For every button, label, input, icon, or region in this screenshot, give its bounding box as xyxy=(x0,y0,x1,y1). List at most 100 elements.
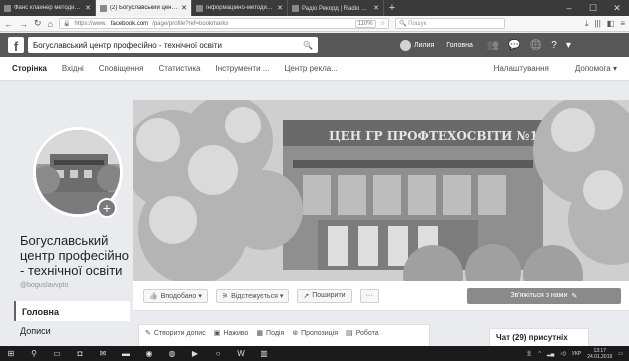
close-icon[interactable]: ✕ xyxy=(85,4,91,12)
favicon-icon xyxy=(292,4,299,12)
search-icon: 🔍 xyxy=(398,21,407,27)
offer-button[interactable]: ⊛ Пропозиція xyxy=(292,329,338,338)
people-icon[interactable]: 👤 xyxy=(526,351,532,357)
media-player-icon[interactable]: ▶ xyxy=(190,349,200,358)
subnav-right: Налаштування Допомога ▾ xyxy=(494,64,617,73)
tab-help[interactable]: Допомога ▾ xyxy=(575,64,617,73)
page-username[interactable]: @boguslavvpto xyxy=(20,282,68,289)
messenger-icon[interactable]: 💬 xyxy=(508,40,520,51)
help-icon[interactable]: ? xyxy=(551,40,557,51)
tab-insights[interactable]: Статистика xyxy=(158,64,200,73)
favicon-icon xyxy=(4,4,11,12)
like-icon: 👍 xyxy=(149,292,158,300)
create-post-button[interactable]: ✎ Створити допис xyxy=(145,329,206,338)
window-close-icon[interactable]: ✕ xyxy=(605,0,629,16)
chat-sidebar-header[interactable]: Чат (29) присутніх xyxy=(489,328,589,348)
chevron-up-icon[interactable]: ^ xyxy=(539,351,541,357)
tab-notifications[interactable]: Сповіщення xyxy=(99,64,144,73)
file-explorer-icon[interactable]: ▬ xyxy=(121,349,131,358)
language-indicator[interactable]: УКР xyxy=(572,351,581,357)
browser-toolbar: ← → ↻ ⌂ 🔒 https://www. facebook.com/page/… xyxy=(0,16,629,32)
facebook-header-icons: 👥 💬 🌐 ? ▾ xyxy=(487,40,571,51)
job-button[interactable]: ▤ Робота xyxy=(346,329,379,338)
window-controls: – ☐ ✕ xyxy=(557,0,629,16)
minimize-icon[interactable]: – xyxy=(557,0,581,16)
account-menu-icon[interactable]: ▾ xyxy=(566,40,571,51)
home-icon[interactable]: ⌂ xyxy=(48,19,53,29)
tab-ad-center[interactable]: Центр рекла... xyxy=(284,64,337,73)
browser-tab-active[interactable]: (2) Богуславський центр пр…✕ xyxy=(96,0,192,16)
more-button[interactable]: ··· xyxy=(359,288,379,303)
browser-tab[interactable]: Інформаційно-методичний_кл…✕ xyxy=(192,0,288,16)
extension-icon[interactable]: ◧ xyxy=(607,19,615,29)
action-center-icon[interactable]: ▭ xyxy=(618,351,623,357)
reload-icon[interactable]: ↻ xyxy=(34,18,42,29)
clock[interactable]: 13:17 24.01.2019 xyxy=(587,348,612,360)
avatar xyxy=(400,39,411,51)
downloads-icon[interactable]: ⤓ xyxy=(585,19,589,29)
notifications-icon[interactable]: 🌐 xyxy=(530,40,542,51)
volume-icon[interactable]: ◁) xyxy=(560,351,566,357)
tab-publishing-tools[interactable]: Інструменти ... xyxy=(215,64,269,73)
chrome-icon[interactable]: ◉ xyxy=(144,349,154,358)
bookmark-star-icon[interactable]: ☆ xyxy=(380,20,385,27)
browser-search-input[interactable]: 🔍 Пошук xyxy=(394,18,505,29)
close-icon[interactable]: ✕ xyxy=(373,4,379,12)
forward-icon[interactable]: → xyxy=(19,19,28,29)
pencil-icon: ✎ xyxy=(571,292,578,300)
library-icon[interactable]: ||| xyxy=(595,19,601,29)
add-photo-button[interactable]: + xyxy=(97,198,117,218)
store-icon[interactable]: ◘ xyxy=(75,349,85,358)
sidebar-item-posts[interactable]: Дописи xyxy=(20,326,51,336)
profile-link[interactable]: Лилия xyxy=(400,39,434,51)
task-view-icon[interactable]: ▭ xyxy=(52,349,62,358)
tab-inbox[interactable]: Вхідні xyxy=(62,64,84,73)
system-tray: 👤 ^ ▂▄ ◁) УКР 13:17 24.01.2019 ▭ xyxy=(526,348,623,360)
maximize-icon[interactable]: ☐ xyxy=(581,0,605,16)
menu-icon[interactable]: ≡ xyxy=(620,19,625,29)
browser-tab[interactable]: Радіо Рекорд | Radio Rec… ◀)✕ xyxy=(288,0,384,16)
page-title: Богуславський центр професійно - технічн… xyxy=(20,233,129,278)
tag-icon: ⊛ xyxy=(292,330,299,337)
video-icon: ▣ xyxy=(213,330,221,337)
network-icon[interactable]: ▂▄ xyxy=(547,351,554,357)
word-icon[interactable]: W xyxy=(236,349,246,358)
firefox-icon[interactable]: ◍ xyxy=(167,349,177,358)
back-icon[interactable]: ← xyxy=(4,19,13,29)
friends-icon[interactable]: 👥 xyxy=(487,40,499,51)
follow-button[interactable]: ⚞ Відстежується ▾ xyxy=(215,288,290,303)
favicon-icon xyxy=(196,4,203,12)
mail-icon[interactable]: ✉ xyxy=(98,349,108,358)
browser-tab-strip: Фанс клайнер методиста • Бо…✕ (2) Богусл… xyxy=(0,0,629,16)
app-icon[interactable]: ▥ xyxy=(259,349,269,358)
cover-photo-image: ЦЕН ГР ПРОФТЕХОСВІТИ №1 xyxy=(133,100,629,281)
event-button[interactable]: ▦ Подія xyxy=(256,329,284,338)
facebook-nav: Лилия Головна xyxy=(400,39,473,51)
close-icon[interactable]: ✕ xyxy=(277,4,283,12)
opera-icon[interactable]: ○ xyxy=(213,349,223,358)
pencil-icon: ✎ xyxy=(145,330,151,337)
calendar-icon: ▦ xyxy=(256,330,264,337)
zoom-indicator[interactable]: 110% xyxy=(354,19,376,28)
sidebar-item-home[interactable]: Головна xyxy=(14,301,130,321)
contact-us-button[interactable]: Зв'яжіться з нами ✎ xyxy=(466,287,621,304)
windows-start-icon[interactable]: ⊞ xyxy=(6,349,16,358)
lock-icon: 🔒 xyxy=(62,21,71,27)
liked-button[interactable]: 👍 Вподобано ▾ xyxy=(143,288,208,303)
live-button[interactable]: ▣ Наживо xyxy=(213,329,249,338)
share-button[interactable]: ↗ Поширити xyxy=(297,288,352,303)
search-icon[interactable]: 🔍 xyxy=(303,41,313,50)
cover-photo[interactable]: ЦЕН ГР ПРОФТЕХОСВІТИ №1 xyxy=(133,100,629,281)
close-icon[interactable]: ✕ xyxy=(181,4,187,12)
address-bar[interactable]: 🔒 https://www. facebook.com/page/profile?… xyxy=(58,18,389,29)
search-icon[interactable]: ⚲ xyxy=(29,349,39,358)
facebook-logo-icon[interactable]: f xyxy=(8,37,24,53)
browser-tab[interactable]: Фанс клайнер методиста • Бо…✕ xyxy=(0,0,96,16)
tab-page[interactable]: Сторінка xyxy=(12,64,47,73)
share-icon: ↗ xyxy=(303,292,310,300)
new-tab-button[interactable]: + xyxy=(384,0,400,16)
home-link[interactable]: Головна xyxy=(446,42,473,49)
page-action-bar: 👍 Вподобано ▾ ⚞ Відстежується ▾ ↗ Поширити … xyxy=(133,281,629,311)
tab-settings[interactable]: Налаштування xyxy=(494,64,549,73)
facebook-search-input[interactable]: Богуславський центр професійно - технічн… xyxy=(28,37,318,53)
